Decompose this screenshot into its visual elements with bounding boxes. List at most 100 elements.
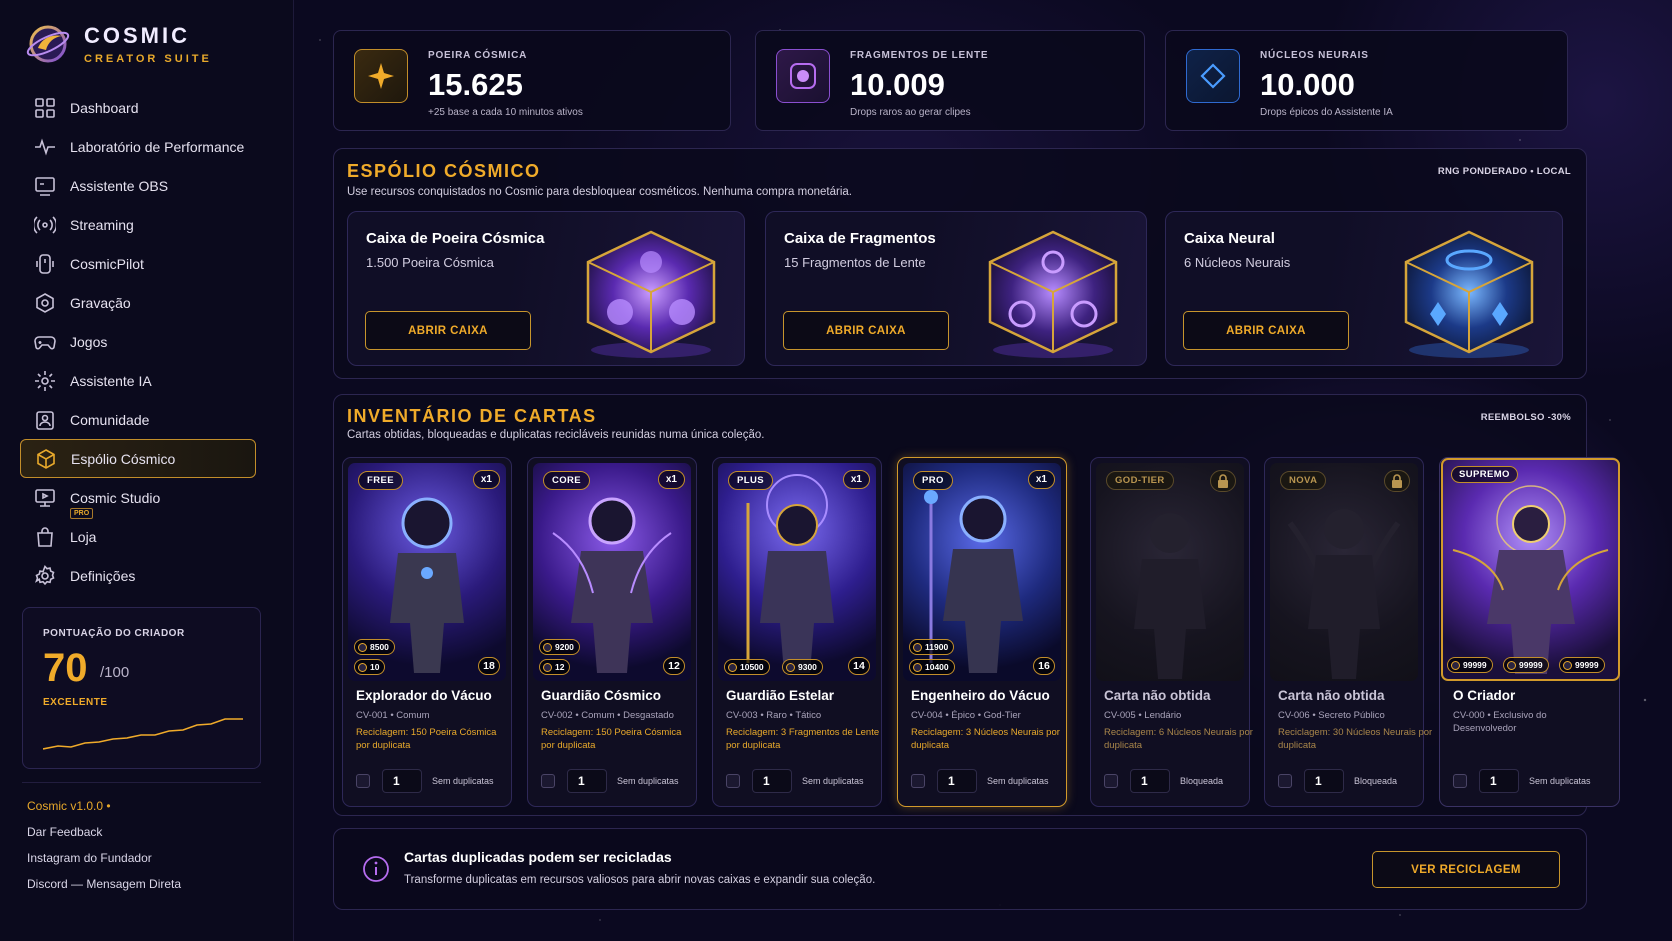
card-footer: 1 Bloqueada	[1104, 769, 1223, 793]
card-footer: 1 Sem duplicatas	[911, 769, 1049, 793]
loot-box-neural: Caixa Neural 6 Núcleos Neurais ABRIR CAI…	[1165, 211, 1563, 366]
nav-label: Laboratório de Performance	[70, 138, 245, 155]
view-recycling-button[interactable]: VER RECICLAGEM	[1372, 851, 1560, 888]
card-o-criador[interactable]: SUPREMO 99999 99999 99999 O Criador CV-0…	[1439, 457, 1620, 807]
select-checkbox[interactable]	[1104, 774, 1118, 788]
creator-score-card: PONTUAÇÃO DO CRIADOR 70 /100 EXCELENTE	[22, 607, 261, 769]
cosmic-logo-icon	[26, 25, 70, 63]
select-checkbox[interactable]	[541, 774, 555, 788]
nav-item-shop[interactable]: Loja	[20, 517, 256, 556]
quantity-input[interactable]: 1	[1479, 769, 1519, 793]
cosmic-loot-panel: ESPÓLIO CÓSMICO Use recursos conquistado…	[333, 148, 1587, 379]
feedback-link[interactable]: Dar Feedback	[27, 825, 102, 839]
defense-chip: 10	[354, 659, 386, 675]
sword-icon	[543, 642, 552, 652]
quantity-input[interactable]: 1	[752, 769, 792, 793]
nav-item-cosmic-studio[interactable]: Cosmic Studio PRO	[20, 478, 256, 519]
nav-item-streaming[interactable]: Streaming	[20, 205, 256, 244]
card-art-locked: NOVA	[1270, 463, 1418, 681]
score-sparkline	[43, 718, 243, 750]
loot-rng-tag: RNG PONDERADO • LOCAL	[1437, 166, 1571, 177]
sidebar-divider	[22, 782, 261, 783]
quantity-input[interactable]: 1	[382, 769, 422, 793]
select-checkbox[interactable]	[356, 774, 370, 788]
duplicate-status: Sem duplicatas	[617, 776, 679, 786]
select-checkbox[interactable]	[726, 774, 740, 788]
owned-count: x1	[472, 470, 500, 489]
stat-label: POEIRA CÓSMICA	[428, 50, 528, 61]
defense-chip: 12	[539, 659, 571, 675]
tier-badge: PRO	[913, 471, 953, 490]
defense-chip: 10400	[909, 659, 955, 675]
instagram-link[interactable]: Instagram do Fundador	[27, 851, 152, 865]
star-icon	[354, 49, 408, 103]
card-guardiao-estelar[interactable]: PLUS x1 10500 9300 14 Guardião Estelar C…	[712, 457, 882, 807]
card-art-o-criador: SUPREMO 99999 99999 99999	[1441, 458, 1620, 681]
card-footer: 1 Sem duplicatas	[1453, 769, 1591, 793]
card-explorador[interactable]: FREE x1 8500 10 18 Explorador do Vácuo C…	[342, 457, 512, 807]
card-recycle-info: Reciclagem: 30 Núcleos Neurais por dupli…	[1278, 727, 1433, 751]
quantity-input[interactable]: 1	[567, 769, 607, 793]
score-max: /100	[100, 664, 130, 681]
duplicate-status: Sem duplicatas	[987, 776, 1049, 786]
quantity-input[interactable]: 1	[1130, 769, 1170, 793]
discord-link[interactable]: Discord — Mensagem Direta	[27, 877, 181, 891]
stat-card-cosmic-dust: POEIRA CÓSMICA 15.625 +25 base a cada 10…	[333, 30, 731, 131]
nav-item-community[interactable]: Comunidade	[20, 400, 256, 439]
tier-badge: PLUS	[728, 471, 773, 490]
open-box-button[interactable]: ABRIR CAIXA	[783, 311, 949, 350]
cube-icon	[37, 448, 55, 469]
tier-badge: FREE	[358, 471, 403, 490]
nav-item-cosmic-loot[interactable]: Espólio Cósmico	[20, 439, 256, 478]
select-checkbox[interactable]	[911, 774, 925, 788]
nav-item-obs-assistant[interactable]: Assistente OBS	[20, 166, 256, 205]
card-footer: 1 Sem duplicatas	[356, 769, 494, 793]
quantity-input[interactable]: 1	[1304, 769, 1344, 793]
silhouette-figure-icon	[1287, 509, 1401, 679]
card-name: Engenheiro do Vácuo	[911, 688, 1050, 703]
card-engenheiro[interactable]: PRO x1 11900 10400 16 Engenheiro do Vácu…	[897, 457, 1067, 807]
nav-item-recording[interactable]: Gravação	[20, 283, 256, 322]
card-name: Explorador do Vácuo	[356, 688, 492, 703]
card-art-locked: GOD-TIER	[1096, 463, 1244, 681]
nav-item-settings[interactable]: Definições	[20, 556, 256, 595]
card-recycle-info: Reciclagem: 3 Núcleos Neurais por duplic…	[911, 727, 1060, 751]
quantity-input[interactable]: 1	[937, 769, 977, 793]
select-checkbox[interactable]	[1278, 774, 1292, 788]
card-meta: CV-006 • Secreto Público	[1278, 710, 1385, 721]
brand-logo[interactable]: COSMIC CREATOR SUITE	[24, 20, 212, 68]
creator-figure-icon	[1452, 485, 1609, 674]
box-title: Caixa de Poeira Cósmica	[366, 230, 545, 247]
nav-item-cosmicpilot[interactable]: CosmicPilot	[20, 244, 256, 283]
stellar-guardian-figure-icon	[746, 474, 834, 673]
nav-label: Jogos	[70, 333, 108, 350]
card-recycle-info: Reciclagem: 6 Núcleos Neurais por duplic…	[1104, 727, 1253, 751]
cosmic-dust-cube-icon	[586, 230, 716, 358]
power-chip: 11900	[909, 639, 955, 655]
nav-item-performance-lab[interactable]: Laboratório de Performance	[20, 127, 256, 166]
card-guardiao-cosmico[interactable]: CORE x1 9200 12 12 Guardião Cósmico CV-0…	[527, 457, 697, 807]
box-cost: 1.500 Poeira Cósmica	[366, 255, 494, 270]
nav-item-ai-assistant[interactable]: Assistente IA	[20, 361, 256, 400]
nav-item-dashboard[interactable]: Dashboard	[20, 88, 256, 127]
info-icon	[363, 856, 389, 882]
sidebar-nav: Dashboard Laboratório de Performance Ass…	[20, 88, 256, 595]
gear-icon	[34, 564, 55, 585]
open-box-button[interactable]: ABRIR CAIXA	[1183, 311, 1349, 350]
card-locked-god-tier[interactable]: GOD-TIER Carta não obtida CV-005 • Lendá…	[1090, 457, 1253, 807]
stat-subtext: Drops épicos do Assistente IA	[1260, 107, 1393, 118]
card-locked-nova[interactable]: NOVA Carta não obtida CV-006 • Secreto P…	[1264, 457, 1432, 807]
nav-label: Gravação	[70, 294, 131, 311]
card-level: 16	[1033, 657, 1055, 675]
open-box-button[interactable]: ABRIR CAIXA	[365, 311, 531, 350]
power-chip: 10500	[724, 659, 770, 675]
broadcast-icon	[34, 215, 56, 234]
nav-item-games[interactable]: Jogos	[20, 322, 256, 361]
neural-cube-icon	[1404, 230, 1534, 358]
duplicate-status: Sem duplicatas	[802, 776, 864, 786]
select-checkbox[interactable]	[1453, 774, 1467, 788]
shield-icon	[913, 662, 922, 672]
stat-subtext: Drops raros ao gerar clipes	[850, 107, 971, 118]
inventory-title: INVENTÁRIO DE CARTAS	[347, 406, 597, 426]
bag-icon	[37, 526, 53, 547]
